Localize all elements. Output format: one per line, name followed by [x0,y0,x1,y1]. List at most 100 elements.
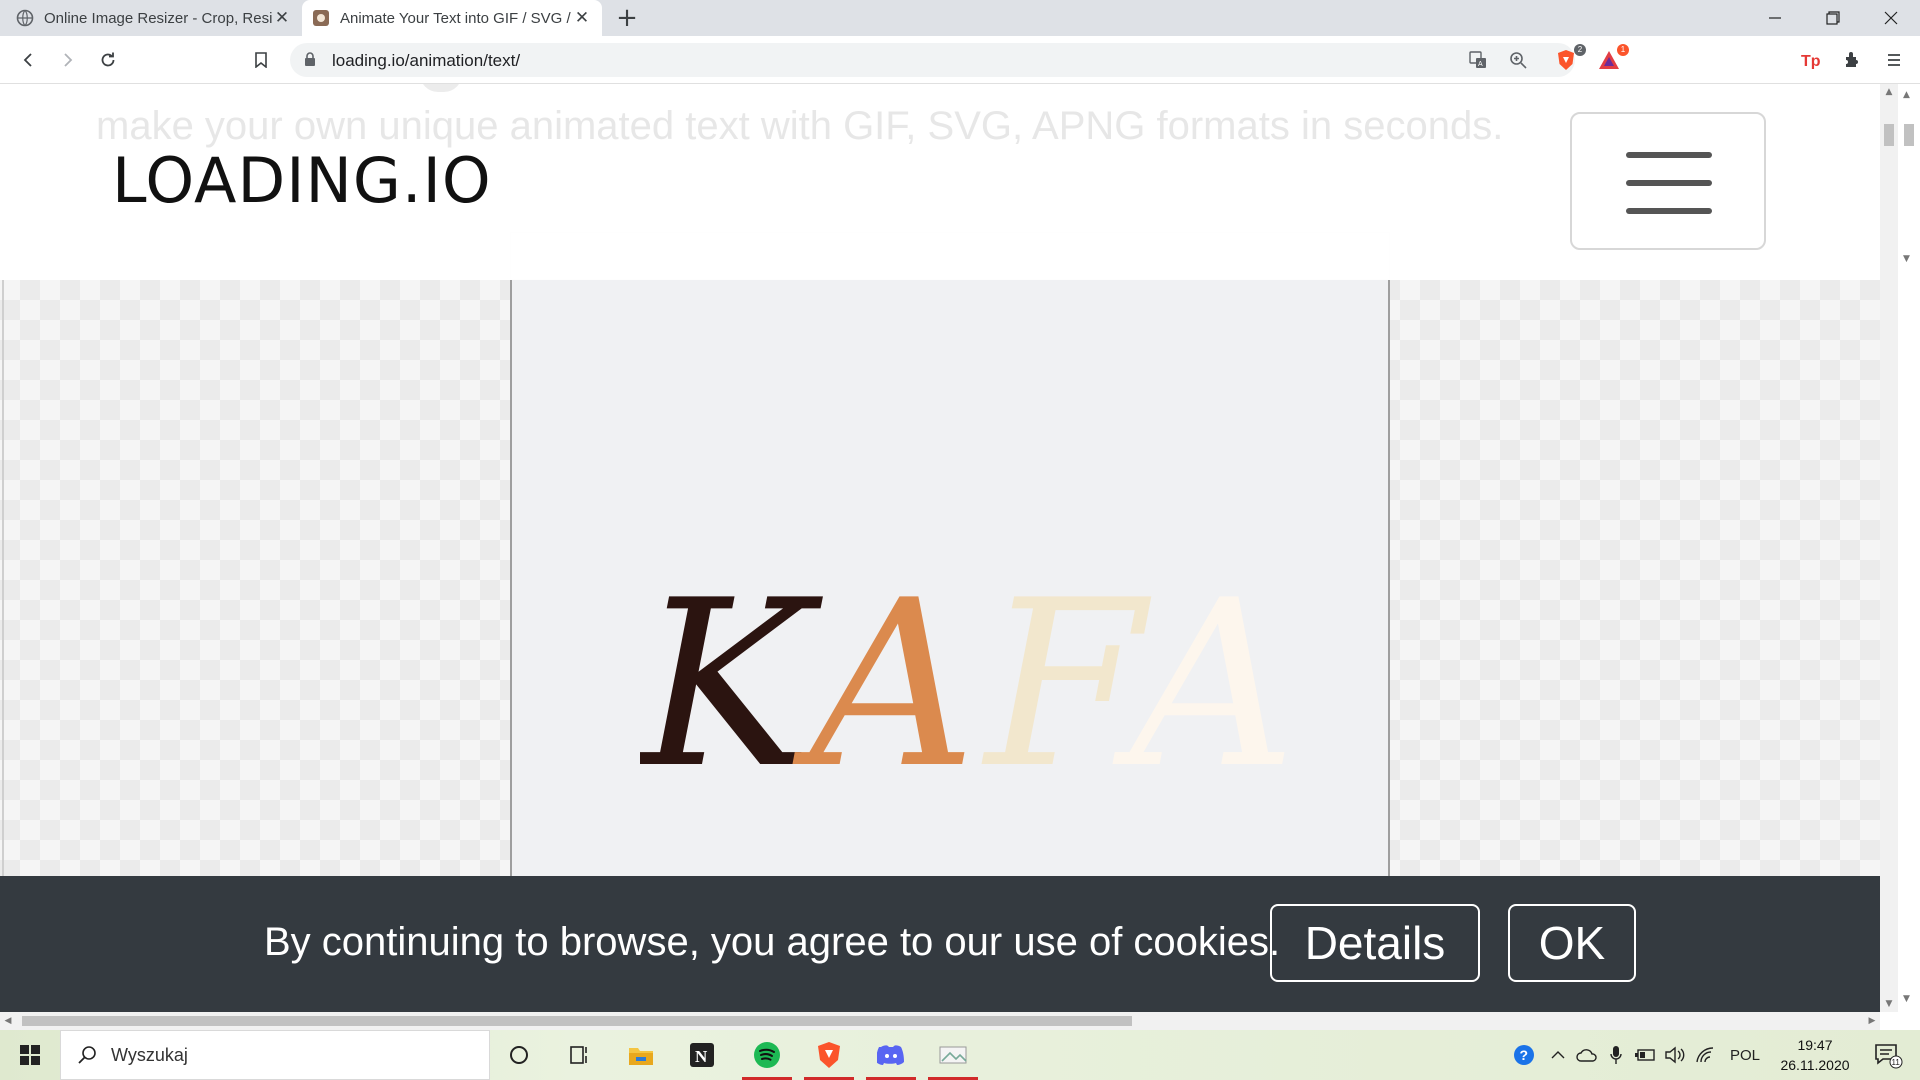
scroll-up-icon[interactable]: ▲ [1880,84,1898,100]
back-icon [23,53,32,67]
search-icon [77,1045,97,1069]
scroll-up-icon[interactable]: ▲ [1903,90,1910,100]
tp-extension-button[interactable]: Tp [1798,46,1826,74]
brave-rewards-icon [1599,51,1619,69]
hamburger-menu-button[interactable] [1570,112,1766,250]
scroll-right-icon[interactable]: ▶ [1864,1012,1880,1030]
notification-count: 11 [1892,1058,1901,1067]
spotify-icon[interactable] [738,1030,796,1080]
tab-strip: Online Image Resizer - Crop, Resiz ✕ Ani… [0,0,1920,36]
url-text[interactable]: loading.io/animation/text/ [332,51,520,71]
globe-icon [16,9,34,27]
start-button[interactable] [0,1030,60,1080]
svg-text:Tp: Tp [1801,53,1821,69]
browser-menu-button[interactable] [1880,46,1908,74]
hamburger-bar [1626,208,1712,214]
task-view-icon[interactable] [551,1030,609,1080]
vertical-scroll-thumb[interactable] [1884,124,1894,146]
brave-rewards-button[interactable]: 1 [1595,44,1629,74]
bookmark-button[interactable] [247,46,275,74]
letter-k: K [640,552,823,804]
letter-a: A [792,552,976,804]
cookie-details-button[interactable]: Details [1270,904,1480,982]
lock-icon[interactable] [304,52,316,71]
translate-icon[interactable]: A [1467,49,1489,71]
rewards-count-badge: 1 [1617,44,1629,56]
close-icon[interactable]: ✕ [272,8,292,28]
faded-heading-fragment [420,84,462,92]
site-header: make your own unique animated text with … [0,84,1880,280]
tab-title: Animate Your Text into GIF / SVG / [340,9,571,27]
extensions-button[interactable] [1838,46,1866,74]
brave-shield-icon [1558,50,1574,70]
brave-icon[interactable] [800,1030,858,1080]
restore-button[interactable] [1803,0,1863,36]
forward-icon [64,53,73,67]
kafa-animated-text: K A F A [640,552,1296,804]
notion-icon[interactable]: N [673,1030,731,1080]
windows-logo-icon [20,1045,40,1065]
svg-text:N: N [695,1047,708,1066]
volume-icon[interactable] [1662,1030,1688,1080]
scroll-down-icon[interactable]: ▼ [1903,254,1910,264]
tab-image-resizer[interactable]: Online Image Resizer - Crop, Resiz ✕ [6,0,302,36]
search-placeholder: Wyszukaj [111,1045,188,1065]
discord-icon[interactable] [862,1030,920,1080]
chevron-up-icon[interactable] [1546,1030,1570,1080]
taskbar-clock[interactable]: 19:47 26.11.2020 [1770,1035,1860,1075]
battery-icon[interactable] [1632,1030,1658,1080]
left-border-line [2,280,4,960]
svg-text:?: ? [1520,1047,1529,1063]
tab-title: Online Image Resizer - Crop, Resiz [44,9,272,27]
language-indicator[interactable]: POL [1724,1030,1766,1080]
browser-toolbar: loading.io/animation/text/ A 2 1 Tp [0,36,1920,84]
svg-text:A: A [1478,61,1483,68]
screen: Online Image Resizer - Crop, Resiz ✕ Ani… [0,0,1920,1080]
new-tab-button[interactable]: + [612,3,642,33]
cortana-icon[interactable] [490,1030,548,1080]
restore-icon [1826,11,1840,25]
onedrive-icon[interactable] [1574,1030,1600,1080]
notification-center-icon[interactable]: 11 [1868,1030,1908,1080]
shield-count-badge: 2 [1574,44,1586,56]
cookie-message: By continuing to browse, you agree to ou… [264,920,1281,964]
microphone-icon[interactable] [1604,1030,1628,1080]
file-explorer-icon[interactable] [612,1030,670,1080]
right-scroll-thumb[interactable] [1904,124,1914,146]
other-app-icon[interactable] [924,1030,982,1080]
minimize-icon [1769,17,1781,19]
taskbar-search-box[interactable]: Wyszukaj [60,1030,490,1080]
back-button[interactable] [14,46,42,74]
address-bar[interactable]: loading.io/animation/text/ A [290,43,1575,77]
reload-button[interactable] [94,46,122,74]
hamburger-bar [1626,180,1712,186]
tp-extension-icon: Tp [1801,53,1821,69]
vertical-scrollbar[interactable]: ▲ ▼ [1880,84,1898,1012]
cookie-ok-button[interactable]: OK [1508,904,1636,982]
brave-shield-button[interactable]: 2 [1552,44,1586,74]
hamburger-icon [1626,152,1712,158]
reload-icon [101,52,115,67]
web-page: K A F A make your own unique animated te… [0,84,1880,1012]
scroll-down-icon[interactable]: ▼ [1880,996,1898,1012]
tab-animate-text[interactable]: Animate Your Text into GIF / SVG / ✕ [302,0,602,36]
scroll-left-icon[interactable]: ◀ [0,1012,16,1030]
help-icon[interactable]: ? [1510,1030,1538,1080]
loading-io-favicon-icon [312,9,330,27]
site-logo[interactable]: LOADING.IO [112,144,492,217]
minimize-button[interactable] [1745,0,1805,36]
scroll-down-icon[interactable]: ▼ [1903,994,1910,1004]
horizontal-scrollbar[interactable]: ◀ ▶ [0,1012,1880,1030]
wifi-icon[interactable] [1692,1030,1718,1080]
close-window-button[interactable] [1861,0,1920,36]
clock-date: 26.11.2020 [1780,1057,1850,1073]
letter-a-light: A [1112,552,1296,804]
right-panel-scrollbar[interactable]: ▲ ▼ ▼ [1898,84,1920,1030]
close-icon[interactable]: ✕ [572,8,592,28]
bookmark-icon [255,52,267,68]
zoom-icon[interactable] [1507,49,1529,71]
horizontal-scroll-thumb[interactable] [22,1016,1132,1026]
windows-taskbar: Wyszukaj N ? POL 19:47 26.11.2020 11 [0,1030,1920,1080]
menu-icon [1888,54,1900,66]
forward-button[interactable] [54,46,82,74]
